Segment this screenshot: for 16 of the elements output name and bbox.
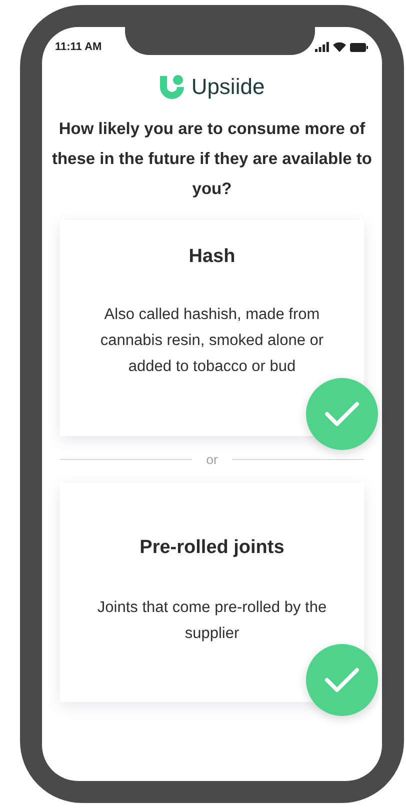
option-title: Hash [188, 246, 236, 268]
option-card[interactable]: Pre-rolled joints Joints that come pre-rolled by the supplier [60, 483, 364, 702]
status-time: 11:11 AM [55, 41, 102, 53]
check-icon [324, 666, 360, 694]
option-description: Joints that come pre-rolled by the supplier [97, 598, 327, 644]
logo-icon [159, 74, 186, 100]
check-icon [324, 400, 360, 428]
divider-label: or [206, 452, 218, 467]
signal-icon [315, 42, 329, 52]
option-card[interactable]: Hash Also called hashish, made from cannabis resin, smoked alone or added to tobacco or bud [60, 220, 364, 436]
question-text: How likely you are to consume more of these in the future if they are available to you? [50, 119, 373, 200]
brand-name: Upsiide [191, 74, 265, 100]
option-title: Pre-rolled joints [140, 537, 284, 559]
battery-icon [350, 42, 368, 52]
wifi-icon [333, 42, 346, 52]
option-description: Also called hashish, made from cannabis resin, smoked alone or added to tobacco or bud [99, 305, 325, 377]
